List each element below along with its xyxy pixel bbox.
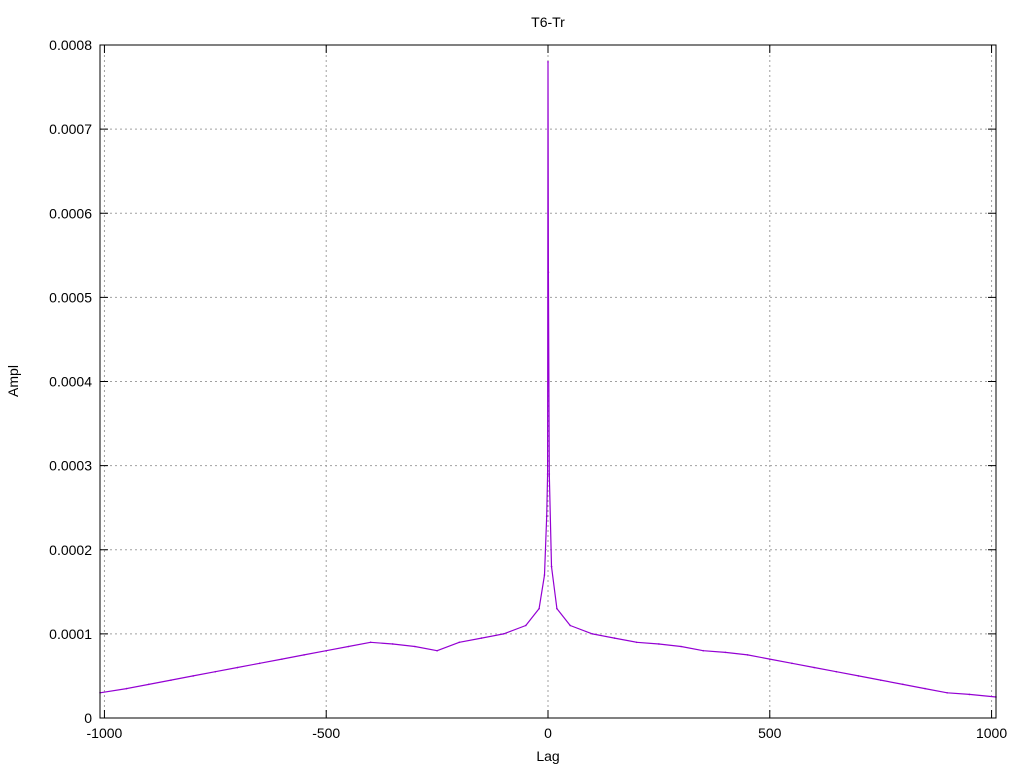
data-point: [543, 574, 546, 576]
data-point: [547, 61, 549, 63]
data-point: [502, 633, 505, 635]
y-tick-label: 0.0001: [49, 626, 92, 642]
x-tick-label: 500: [758, 725, 782, 741]
data-point: [170, 679, 172, 681]
data-point: [879, 679, 882, 681]
data-point: [258, 662, 261, 665]
data-point: [369, 641, 372, 644]
data-point: [545, 515, 548, 517]
data-point: [702, 649, 705, 652]
data-point: [658, 643, 660, 645]
data-point: [680, 645, 682, 648]
data-point: [550, 565, 553, 568]
data-point: [548, 473, 551, 475]
y-tick-label: 0.0002: [49, 542, 92, 558]
data-point: [525, 624, 527, 627]
data-point: [480, 637, 483, 639]
data-point: [813, 666, 815, 669]
data-point: [547, 271, 550, 273]
data-point: [281, 658, 283, 660]
x-axis-label: Lag: [536, 748, 559, 764]
data-point: [968, 693, 971, 696]
data-point: [724, 651, 727, 654]
y-axis-label: Ampl: [5, 365, 21, 397]
data-point: [147, 683, 150, 686]
data-point: [613, 637, 616, 639]
data-point: [768, 658, 771, 660]
data-point: [591, 633, 594, 635]
data-point: [303, 654, 305, 656]
ticks-layer: 0 0.0001 0.0002 0.0003 0.0004 0.0005 0.0006 0.0…: [49, 37, 1007, 741]
y-tick-label: 0.0008: [49, 37, 92, 53]
chart-svg: 0 0.0001 0.0002 0.0003 0.0004 0.0005 0.0006 0.0…: [5, 14, 1007, 764]
data-point: [746, 654, 749, 656]
data-point: [236, 666, 239, 669]
y-tick-label: 0.0004: [49, 374, 92, 390]
data-point: [857, 675, 860, 677]
series-layer: [99, 61, 997, 698]
data-point: [635, 641, 638, 644]
data-point: [791, 662, 793, 665]
data-point: [546, 473, 549, 475]
data-point: [391, 643, 394, 645]
chart-title: T6-Tr: [531, 14, 565, 30]
x-tick-label: -1000: [87, 725, 123, 741]
x-tick-label: -500: [312, 725, 340, 741]
data-point: [835, 670, 838, 673]
data-point: [538, 607, 540, 610]
data-point: [214, 670, 217, 673]
data-point: [946, 691, 949, 694]
y-tick-label: 0.0007: [49, 121, 92, 137]
data-point: [125, 687, 128, 690]
y-tick-label: 0.0003: [49, 458, 92, 474]
chart-root: 0 0.0001 0.0002 0.0003 0.0004 0.0005 0.0006 0.0…: [0, 0, 1024, 768]
y-tick-label: 0: [84, 710, 92, 726]
y-tick-label: 0.0006: [49, 205, 92, 221]
data-point: [924, 687, 926, 690]
data-point: [569, 624, 571, 627]
data-point: [436, 649, 438, 652]
data-point: [325, 649, 328, 652]
data-point: [414, 645, 416, 648]
y-tick-label: 0.0005: [49, 289, 92, 305]
x-tick-label: 0: [544, 725, 552, 741]
data-point: [192, 675, 194, 677]
x-tick-label: 1000: [976, 725, 1007, 741]
data-point: [458, 641, 461, 644]
data-point: [347, 645, 350, 648]
data-point: [902, 683, 904, 686]
data-point: [556, 607, 558, 610]
